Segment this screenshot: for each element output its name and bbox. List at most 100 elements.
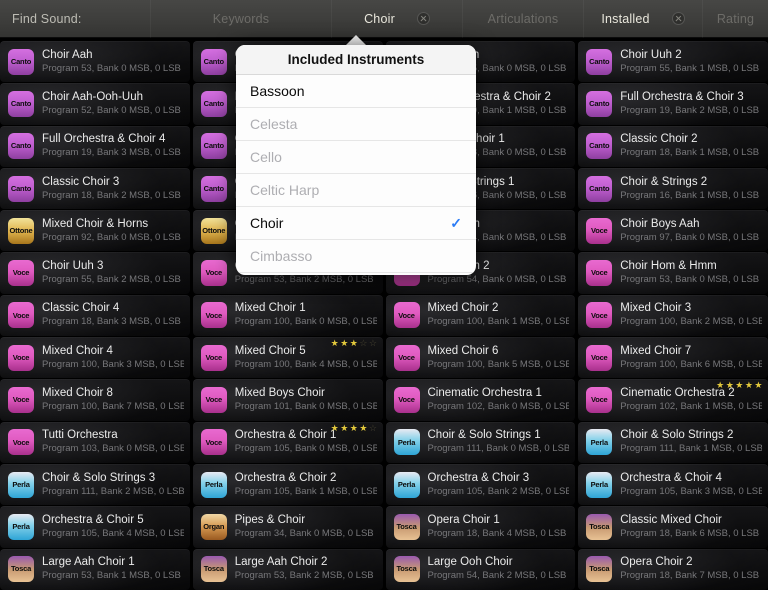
sound-row[interactable]: ToscaLarge Aah Choir 2Program 53, Bank 2… — [193, 549, 383, 590]
sound-row-program-info: Program 102, Bank 1 MSB, 0 LSB — [620, 401, 762, 413]
sound-row-text: Full Orchestra & Choir 4Program 19, Bank… — [42, 133, 184, 159]
popup-instrument-item[interactable]: Celtic Harp — [236, 174, 476, 207]
rating-stars[interactable]: ★★★★☆ — [331, 424, 379, 433]
canto-library-icon: Canto — [586, 176, 612, 202]
sound-row-program-info: Program 100, Bank 0 MSB, 0 LSB — [235, 316, 377, 328]
popup-instrument-list[interactable]: Bassoon Celesta Cello Celtic HarpChoir✓Cimb… — [236, 75, 476, 273]
sound-row-text: Orchestra & Choir 2Program 105, Bank 1 M… — [235, 472, 377, 498]
sound-row[interactable]: VoceChoir Uuh 3Program 55, Bank 2 MSB, 0… — [0, 252, 190, 293]
sound-row-program-info: Program 53, Bank 0 MSB, 0 LSB — [620, 274, 762, 286]
sound-row[interactable]: VoceMixed Choir 7Program 100, Bank 6 MSB… — [578, 337, 768, 378]
sound-row[interactable]: VoceMixed Choir 5Program 100, Bank 4 MSB… — [193, 337, 383, 378]
sound-row[interactable]: VoceCinematic Orchestra 2Program 102, Ba… — [578, 379, 768, 420]
sound-row-program-info: Program 18, Bank 6 MSB, 0 LSB — [620, 528, 762, 540]
sound-row[interactable]: PerlaOrchestra & Choir 3Program 105, Ban… — [386, 464, 576, 505]
sound-row-program-info: Program 100, Bank 7 MSB, 0 LSB — [42, 401, 184, 413]
sound-row[interactable]: PerlaChoir & Solo Strings 1Program 111, … — [386, 422, 576, 463]
sound-row-title: Choir & Solo Strings 1 — [428, 429, 570, 442]
sound-row[interactable]: VoceCinematic Orchestra 1Program 102, Ba… — [386, 379, 576, 420]
sound-row-text: Orchestra & Choir 3Program 105, Bank 2 M… — [428, 472, 570, 498]
sound-row[interactable]: VoceMixed Choir 2Program 100, Bank 1 MSB… — [386, 295, 576, 336]
sound-row[interactable]: CantoChoir AahProgram 53, Bank 0 MSB, 0 … — [0, 41, 190, 82]
sound-row[interactable]: CantoClassic Choir 2Program 18, Bank 1 M… — [578, 126, 768, 167]
perla-library-icon: Perla — [8, 514, 34, 540]
instrument-filter-value: Choir — [364, 12, 395, 26]
sound-row[interactable]: CantoClassic Choir 3Program 18, Bank 2 M… — [0, 168, 190, 209]
sound-row[interactable]: Voce Mixed Choir 4Program 100, Bank 3 MSB… — [0, 337, 190, 378]
sound-row-text: Mixed Choir 4Program 100, Bank 3 MSB, 0 … — [42, 345, 184, 371]
sound-row[interactable]: VoceOrchestra & Choir 1Program 105, Bank… — [193, 422, 383, 463]
perla-library-icon: Perla — [586, 472, 612, 498]
sound-row-title: Choir Uuh 2 — [620, 49, 762, 62]
instrument-filter[interactable]: Choir — [332, 0, 462, 38]
sound-row[interactable]: CantoChoir Aah-Ooh-UuhProgram 52, Bank 0… — [0, 83, 190, 124]
sound-row-text: Choir AahProgram 53, Bank 0 MSB, 0 LSB — [42, 49, 184, 75]
sound-row[interactable]: VoceMixed Choir 3Program 100, Bank 2 MSB… — [578, 295, 768, 336]
installed-filter[interactable]: Installed — [584, 0, 702, 38]
sound-row[interactable]: PerlaOrchestra & Choir 2Program 105, Ban… — [193, 464, 383, 505]
sound-row-title: Tutti Orchestra — [42, 429, 184, 442]
sound-row-program-info: Program 55, Bank 2 MSB, 0 LSB — [42, 274, 184, 286]
voce-library-icon: Voce — [8, 345, 34, 371]
sound-row[interactable]: VoceTutti OrchestraProgram 103, Bank 0 M… — [0, 422, 190, 463]
sound-row[interactable]: ToscaClassic Mixed ChoirProgram 18, Bank… — [578, 506, 768, 547]
sound-row[interactable]: OrganPipes & ChoirProgram 34, Bank 0 MSB… — [193, 506, 383, 547]
keywords-input[interactable]: Keywords — [151, 0, 331, 38]
sound-row[interactable]: ToscaLarge Ooh ChoirProgram 54, Bank 2 M… — [386, 549, 576, 590]
sound-row[interactable]: VoceChoir Hom & HmmProgram 53, Bank 0 MS… — [578, 252, 768, 293]
sound-row-text: Orchestra & Choir 1Program 105, Bank 0 M… — [235, 429, 377, 455]
popup-instrument-label: Celesta — [250, 116, 462, 132]
sound-row-title: Opera Choir 1 — [428, 514, 570, 527]
popup-instrument-label: Cello — [250, 149, 462, 165]
clear-circle-icon-instrument[interactable] — [417, 12, 430, 25]
voce-library-icon: Voce — [394, 345, 420, 371]
sound-row-program-info: Program 105, Bank 3 MSB, 0 LSB — [620, 486, 762, 498]
popup-instrument-item[interactable]: Celesta — [236, 108, 476, 141]
popup-instrument-item[interactable]: Cimbasso — [236, 240, 476, 273]
popup-instrument-item[interactable]: Bassoon — [236, 75, 476, 108]
sound-row[interactable]: PerlaChoir & Solo Strings 3Program 111, … — [0, 464, 190, 505]
canto-library-icon: Canto — [586, 49, 612, 75]
sound-row[interactable]: VoceMixed Boys ChoirProgram 101, Bank 0 … — [193, 379, 383, 420]
clear-circle-icon-installed[interactable] — [672, 12, 685, 25]
sound-row[interactable]: ToscaOpera Choir 2Program 18, Bank 7 MSB… — [578, 549, 768, 590]
rating-filter[interactable]: Rating — [703, 0, 768, 38]
sound-row[interactable]: VoceChoir Boys AahProgram 97, Bank 0 MSB… — [578, 210, 768, 251]
sound-row-title: Classic Choir 3 — [42, 176, 184, 189]
rating-placeholder: Rating — [717, 12, 754, 26]
popup-instrument-label: Bassoon — [250, 83, 462, 99]
sound-row[interactable]: VoceMixed Choir 1Program 100, Bank 0 MSB… — [193, 295, 383, 336]
sound-row[interactable]: VoceMixed Choir 8Program 100, Bank 7 MSB… — [0, 379, 190, 420]
sound-row-text: Mixed Choir 1Program 100, Bank 0 MSB, 0 … — [235, 302, 377, 328]
popup-title: Included Instruments — [236, 45, 476, 75]
sound-row-text: Cinematic Orchestra 2Program 102, Bank 1… — [620, 387, 762, 413]
sound-row[interactable]: ToscaOpera Choir 1Program 18, Bank 4 MSB… — [386, 506, 576, 547]
sound-row[interactable]: ToscaLarge Aah Choir 1Program 53, Bank 1… — [0, 549, 190, 590]
included-instruments-popup[interactable]: Included Instruments Bassoon Celesta Cello… — [236, 45, 476, 275]
sound-row[interactable]: VoceMixed Choir 6Program 100, Bank 5 MSB… — [386, 337, 576, 378]
popup-instrument-item[interactable]: Cello — [236, 141, 476, 174]
sound-row[interactable]: OttoneMixed Choir & HornsProgram 92, Ban… — [0, 210, 190, 251]
articulations-filter[interactable]: Articulations — [463, 0, 583, 38]
sound-row-title: Opera Choir 2 — [620, 556, 762, 569]
rating-stars[interactable]: ★★★☆☆ — [331, 339, 379, 348]
sound-row-text: Mixed Choir 7Program 100, Bank 6 MSB, 0 … — [620, 345, 762, 371]
sound-row[interactable]: CantoChoir & Strings 2Program 16, Bank 1… — [578, 168, 768, 209]
sound-row-program-info: Program 54, Bank 2 MSB, 0 LSB — [428, 570, 570, 582]
sound-row[interactable]: CantoFull Orchestra & Choir 4Program 19,… — [0, 126, 190, 167]
sound-row[interactable]: PerlaChoir & Solo Strings 2Program 111, … — [578, 422, 768, 463]
sound-row-title: Full Orchestra & Choir 4 — [42, 133, 184, 146]
canto-library-icon: Canto — [586, 91, 612, 117]
sound-row-title: Pipes & Choir — [235, 514, 377, 527]
canto-library-icon: Canto — [8, 91, 34, 117]
sound-row[interactable]: CantoFull Orchestra & Choir 3Program 19,… — [578, 83, 768, 124]
sound-row[interactable]: CantoChoir Uuh 2Program 55, Bank 1 MSB, … — [578, 41, 768, 82]
sound-row-title: Mixed Choir 1 — [235, 302, 377, 315]
voce-library-icon: Voce — [201, 387, 227, 413]
sound-row[interactable]: PerlaOrchestra & Choir 5Program 105, Ban… — [0, 506, 190, 547]
sound-row-program-info: Program 100, Bank 1 MSB, 0 LSB — [428, 316, 570, 328]
rating-stars[interactable]: ★★★★★ — [716, 381, 764, 390]
popup-instrument-item[interactable]: Choir✓ — [236, 207, 476, 240]
sound-row[interactable]: VoceClassic Choir 4Program 18, Bank 3 MS… — [0, 295, 190, 336]
sound-row[interactable]: PerlaOrchestra & Choir 4Program 105, Ban… — [578, 464, 768, 505]
